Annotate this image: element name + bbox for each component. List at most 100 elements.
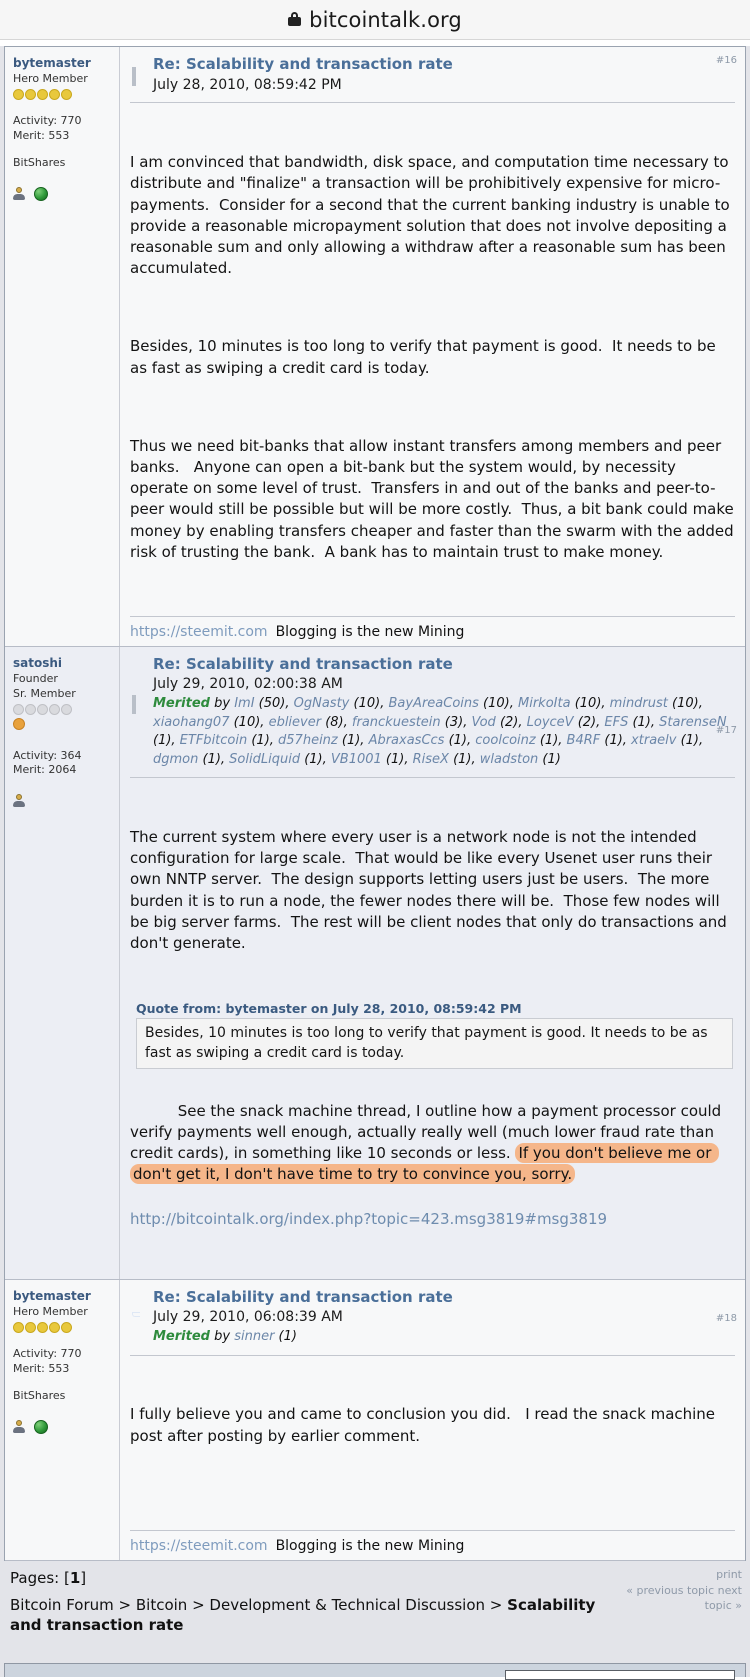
meriter-count: (1), — [153, 733, 176, 749]
profile-icon[interactable] — [13, 186, 27, 201]
footer-links: print « previous topic next topic » — [624, 1567, 742, 1615]
post-number[interactable]: #17 — [716, 725, 737, 736]
meriter-username[interactable]: VB1001 — [327, 752, 386, 767]
meriter-username[interactable]: SolidLiquid — [225, 752, 304, 767]
meriter-username[interactable]: sinner — [234, 1329, 278, 1344]
prev-next-topic-link[interactable]: « previous topic next topic » — [624, 1583, 742, 1615]
meriter-username[interactable]: B4RF — [562, 733, 604, 748]
paragraph: I am convinced that bandwidth, disk spac… — [130, 152, 735, 278]
meriter-count: (1), — [304, 751, 327, 767]
page-footer: print « previous topic next topic » Page… — [0, 1560, 750, 1664]
meriter-username[interactable]: xtraelv — [627, 733, 681, 748]
post-link[interactable]: http://bitcointalk.org/index.php?topic=4… — [130, 1209, 735, 1230]
poster-stats: Activity: 770 Merit: 553 — [13, 114, 113, 144]
poster-icons — [13, 186, 113, 201]
quote-header[interactable]: Quote from: bytemaster on July 28, 2010,… — [136, 1001, 735, 1016]
post-content: The current system where every user is a… — [130, 784, 735, 997]
meriter-username[interactable]: LoyceV — [523, 715, 578, 730]
meriter-count: (10), — [574, 696, 606, 712]
divider — [130, 1354, 735, 1356]
post-date: July 28, 2010, 08:59:42 PM — [153, 76, 342, 93]
star-icon — [13, 89, 24, 101]
poster-name[interactable]: bytemaster — [13, 1288, 113, 1304]
divider — [130, 777, 735, 779]
meriter-username[interactable]: mindrust — [606, 696, 673, 711]
meriter-username[interactable]: OgNasty — [290, 696, 354, 711]
meriter-count: (1), — [448, 733, 472, 749]
post-18: bytemaster Hero Member Activity: 770 Mer… — [5, 1279, 745, 1561]
post-17: satoshi Founder Sr. Member Activity: 364… — [5, 646, 745, 1280]
meriter-username[interactable]: ETFbitcoin — [176, 733, 252, 748]
poster-stats: Activity: 770 Merit: 553 — [13, 1347, 113, 1377]
url-display[interactable]: bitcointalk.org — [288, 8, 462, 32]
post-body-18: #18 Re: Scalability and transaction rate… — [120, 1280, 745, 1560]
signature-link[interactable]: https://steemit.com — [130, 624, 268, 640]
poster-rank-founder: Founder — [13, 672, 58, 686]
meriter-username[interactable]: d57heinz — [274, 733, 342, 748]
signature-text: Blogging is the new Mining — [275, 623, 465, 640]
paragraph: Besides, 10 minutes is too long to verif… — [130, 337, 721, 377]
poster-icons — [13, 794, 113, 808]
meriter-count: (1), — [202, 751, 226, 767]
merit-label: Merit: 553 — [13, 1361, 70, 1375]
post-number[interactable]: #16 — [716, 55, 737, 66]
post-content: I fully believe you and came to conclusi… — [130, 1362, 735, 1490]
meriters-list: ImI (50), OgNasty (10), BayAreaCoins (10… — [153, 696, 727, 766]
bottom-toolbar-strip[interactable] — [4, 1663, 746, 1680]
profile-icon[interactable] — [13, 794, 27, 808]
meriter-count: (1), — [251, 733, 274, 749]
globe-icon[interactable] — [34, 1419, 48, 1434]
star-icon — [49, 703, 60, 715]
meriter-username[interactable]: ebliever — [264, 715, 325, 730]
meriter-count: (8), — [325, 714, 348, 730]
poster-blurb: BitShares — [13, 1388, 66, 1402]
post-number[interactable]: #18 — [716, 1313, 737, 1324]
founder-badge-icon — [13, 717, 25, 730]
meriter-username[interactable]: coolcoinz — [471, 733, 540, 748]
quote-box: Besides, 10 minutes is too long to verif… — [136, 1018, 733, 1070]
footer-gap — [6, 1635, 744, 1663]
meriter-count: (10), — [672, 696, 703, 712]
poster-icons — [13, 1419, 113, 1434]
merit-label: Merit: 2064 — [13, 763, 77, 777]
poster-name[interactable]: satoshi — [13, 655, 113, 671]
post-date: July 29, 2010, 02:00:38 AM — [153, 676, 343, 693]
star-icon — [37, 1321, 48, 1333]
poster-rank: Hero Member — [13, 72, 88, 86]
print-link[interactable]: print — [624, 1567, 742, 1583]
meriter-username[interactable]: MirkoIta — [514, 696, 575, 711]
poster-name[interactable]: bytemaster — [13, 55, 113, 71]
meriter-count: (10), — [233, 714, 265, 730]
signature-link[interactable]: https://steemit.com — [130, 1538, 268, 1554]
post-spacer — [130, 1490, 735, 1520]
meriter-username[interactable]: BayAreaCoins — [384, 696, 483, 711]
meriter-username[interactable]: wladston — [476, 752, 543, 767]
diamond-icon — [130, 694, 146, 714]
posts-container: bytemaster Hero Member Activity: 770 Mer… — [4, 46, 746, 1561]
meriter-username[interactable]: AbraxasCcs — [364, 733, 448, 748]
meriter-username[interactable]: dgmon — [153, 752, 203, 767]
activity-label: Activity: 770 — [13, 1346, 82, 1360]
pages-close: ] — [80, 1568, 87, 1587]
breadcrumb-path[interactable]: Bitcoin Forum > Bitcoin > Development & … — [10, 1596, 507, 1614]
meriter-username[interactable]: Vod — [467, 715, 500, 730]
meriter-username[interactable]: RiseX — [408, 752, 453, 767]
meriter-username[interactable]: EFS — [600, 715, 632, 730]
post-subject[interactable]: Re: Scalability and transaction rate — [153, 55, 735, 75]
signature-text: Blogging is the new Mining — [275, 1537, 465, 1554]
meriter-username[interactable]: xiaohang07 — [153, 715, 234, 730]
meriter-username[interactable]: franckuestein — [348, 715, 445, 730]
browser-address-bar[interactable]: bitcointalk.org — [0, 0, 750, 40]
post-16: bytemaster Hero Member Activity: 770 Mer… — [5, 47, 745, 647]
merited-line: Merited by sinner (1) — [153, 1328, 735, 1346]
meriter-username[interactable]: ImI — [234, 696, 258, 711]
star-icon — [61, 703, 72, 715]
bottom-input-box[interactable] — [505, 1670, 735, 1680]
rank-stars — [13, 1321, 113, 1333]
profile-icon[interactable] — [13, 1419, 27, 1434]
pages-label: Pages: [ — [10, 1568, 70, 1587]
meriter-count: (1), — [341, 733, 365, 749]
post-subject[interactable]: Re: Scalability and transaction rate — [153, 655, 735, 675]
pages-current[interactable]: 1 — [70, 1569, 80, 1587]
globe-icon[interactable] — [34, 186, 48, 201]
